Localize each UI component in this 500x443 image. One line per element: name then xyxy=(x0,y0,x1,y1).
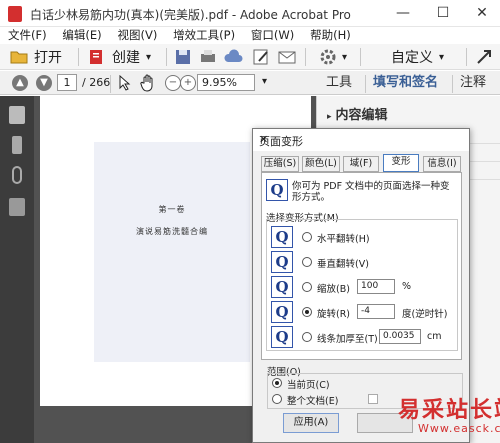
tab-tools[interactable]: 工具 xyxy=(326,73,352,93)
transform-description: 你可为 PDF 文档中的页面选择一种变形方式。 xyxy=(292,181,450,203)
thicken-lines-label: 线条加厚至(T) xyxy=(317,334,378,345)
pages-icon[interactable] xyxy=(9,106,25,124)
scale-unit: % xyxy=(402,281,412,292)
collapse-arrow-icon: ▸ xyxy=(327,112,332,122)
scanned-page: 第一卷 演说易筋洗髓合编 xyxy=(94,142,250,362)
page-total: / 266 xyxy=(82,76,111,89)
gear-icon[interactable] xyxy=(318,46,338,68)
scale-icon: Q xyxy=(271,276,293,298)
site-watermark-url: Www.easck.com xyxy=(418,422,500,435)
rotate-input[interactable]: -4 xyxy=(357,304,395,319)
open-label: 打开 xyxy=(34,50,62,66)
cloud-icon[interactable] xyxy=(223,46,245,68)
acrobat-icon xyxy=(8,6,22,22)
bookmark-icon[interactable] xyxy=(12,136,22,154)
panel-section-content-editing[interactable]: ▸ 内容编辑 xyxy=(317,106,500,126)
navigation-toolbar: ▲ ▼ 1 / 266 − + 9.95% ▾ 工具 填写和签名 注释 xyxy=(0,71,500,95)
save-icon[interactable] xyxy=(173,46,193,68)
menu-help[interactable]: 帮助(H) xyxy=(306,27,355,44)
rotate-radio[interactable] xyxy=(302,307,312,317)
open-button[interactable]: 打开 xyxy=(10,46,62,68)
site-watermark: 易采站长站 xyxy=(398,397,500,423)
mail-icon[interactable] xyxy=(277,46,297,68)
create-pdf-icon xyxy=(90,50,102,64)
transform-tab-panel: Q 你可为 PDF 文档中的页面选择一种变形方式。 选择变形方式(M) Q 水平… xyxy=(261,172,462,360)
thicken-lines-unit: cm xyxy=(427,331,442,342)
prev-page-icon[interactable]: ▲ xyxy=(12,75,28,91)
scale-radio[interactable] xyxy=(302,282,312,292)
flip-horizontal-icon: Q xyxy=(271,226,293,248)
dialog-close-button[interactable]: ✕ xyxy=(259,133,463,146)
whole-document-label: 整个文档(E) xyxy=(287,396,339,407)
menu-edit[interactable]: 编辑(E) xyxy=(58,27,105,44)
customize-arrow-icon: ▾ xyxy=(439,51,445,63)
dialog-titlebar: 页面变形 ✕ xyxy=(253,129,469,151)
title-bar: 白话少林易筋内功(真本)(完美版).pdf - Adobe Acrobat Pr… xyxy=(0,0,500,27)
page-number-input[interactable]: 1 xyxy=(57,74,77,91)
settings-dropdown-icon[interactable]: ▾ xyxy=(342,46,347,68)
tab-info[interactable]: 信息(I) xyxy=(423,156,461,172)
flip-vertical-label: 垂直翻转(V) xyxy=(317,259,369,270)
page-subheading: 演说易筋洗髓合编 xyxy=(136,227,208,236)
select-cursor-icon[interactable] xyxy=(118,75,132,91)
main-toolbar: 打开 创建 ▾ ▾ 自定义 ▾ xyxy=(0,44,500,70)
tab-fill-sign[interactable]: 填写和签名 xyxy=(373,73,438,93)
scale-label: 缩放(B) xyxy=(317,284,350,295)
signature-icon[interactable] xyxy=(9,198,25,216)
option-checkbox[interactable] xyxy=(368,394,378,404)
rotate-unit: 度(逆时针) xyxy=(402,309,448,320)
zoom-input[interactable]: 9.95% xyxy=(197,74,255,91)
panel-section-label: 内容编辑 xyxy=(335,108,388,123)
close-window-button[interactable]: ✕ xyxy=(468,3,496,23)
window-title: 白话少林易筋内功(真本)(完美版).pdf - Adobe Acrobat Pr… xyxy=(30,8,351,22)
thicken-lines-input[interactable]: 0.0035 xyxy=(379,329,421,344)
print-icon[interactable] xyxy=(198,46,218,68)
customize-label: 自定义 xyxy=(391,50,433,66)
tab-transform[interactable]: 变形 xyxy=(383,154,419,172)
apply-button[interactable]: 应用(A) xyxy=(283,413,339,433)
create-dropdown-icon: ▾ xyxy=(146,51,152,63)
tab-comment[interactable]: 注释 xyxy=(460,73,486,93)
page-heading: 第一卷 xyxy=(158,205,186,214)
whole-document-radio[interactable] xyxy=(272,394,282,404)
zoom-value: 9.95% xyxy=(202,76,237,89)
flip-vertical-radio[interactable] xyxy=(302,257,312,267)
transform-info-icon: Q xyxy=(266,179,288,201)
tab-compress[interactable]: 压缩(S) xyxy=(261,156,299,172)
customize-dropdown[interactable]: 自定义 ▾ xyxy=(391,46,444,68)
rotate-icon: Q xyxy=(271,301,293,323)
menu-view[interactable]: 视图(V) xyxy=(114,27,162,44)
tab-fields[interactable]: 域(F) xyxy=(343,156,379,172)
zoom-in-icon[interactable]: + xyxy=(180,75,196,91)
next-page-icon[interactable]: ▼ xyxy=(36,75,52,91)
hand-icon[interactable] xyxy=(140,74,156,92)
minimize-button[interactable]: — xyxy=(389,3,417,23)
zoom-dropdown-icon[interactable]: ▾ xyxy=(262,76,267,87)
menu-window[interactable]: 窗口(W) xyxy=(247,27,298,44)
current-page-radio[interactable] xyxy=(272,378,282,388)
thicken-lines-radio[interactable] xyxy=(302,332,312,342)
create-label: 创建 xyxy=(112,50,140,66)
flip-vertical-icon: Q xyxy=(271,251,293,273)
flip-horizontal-radio[interactable] xyxy=(302,232,312,242)
menu-bar: 文件(F) 编辑(E) 视图(V) 增效工具(P) 窗口(W) 帮助(H) xyxy=(0,27,500,44)
left-navigation-pane xyxy=(0,96,34,443)
tab-color[interactable]: 颜色(L) xyxy=(302,156,340,172)
menu-file[interactable]: 文件(F) xyxy=(4,27,51,44)
folder-icon xyxy=(10,51,28,64)
attachment-icon[interactable] xyxy=(12,166,22,184)
menu-plugins[interactable]: 增效工具(P) xyxy=(169,27,239,44)
rotate-label: 旋转(R) xyxy=(317,309,351,320)
current-page-label: 当前页(C) xyxy=(287,380,330,391)
expand-icon[interactable] xyxy=(474,46,494,68)
maximize-button[interactable]: ☐ xyxy=(429,3,457,23)
flip-horizontal-label: 水平翻转(H) xyxy=(317,234,370,245)
transform-options-group: Q 水平翻转(H) Q 垂直翻转(V) Q 缩放(B) 100 % Q 旋转(R… xyxy=(266,219,458,351)
scale-input[interactable]: 100 xyxy=(357,279,395,294)
create-button[interactable]: 创建 ▾ xyxy=(88,46,151,68)
thicken-lines-icon: Q xyxy=(271,326,293,348)
zoom-out-icon[interactable]: − xyxy=(165,75,181,91)
edit-icon[interactable] xyxy=(251,46,271,68)
